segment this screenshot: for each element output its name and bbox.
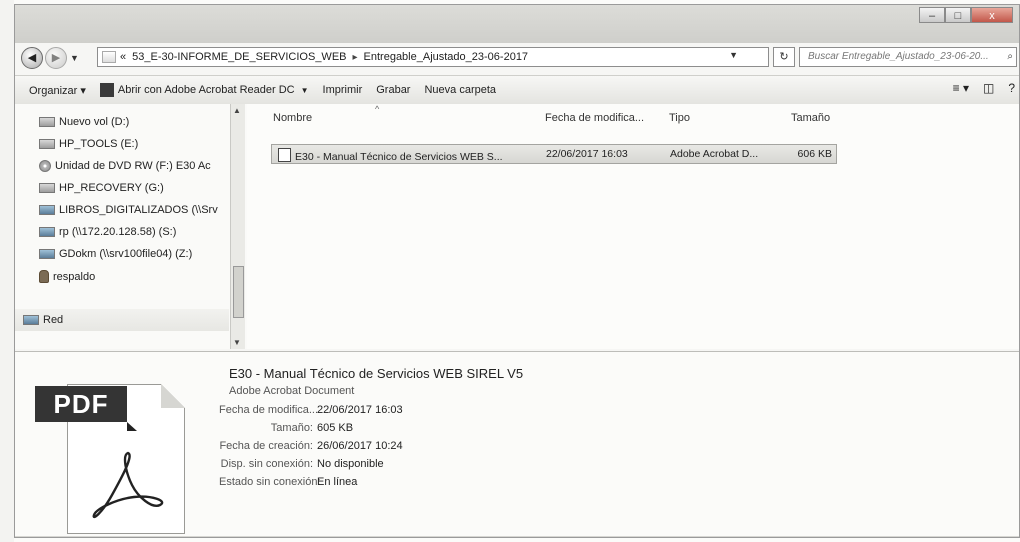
open-with-button[interactable]: Abrir con Adobe Acrobat Reader DC ▼ (99, 83, 309, 97)
change-view-button[interactable]: ≡ ▾ (953, 81, 969, 95)
drive-icon (39, 117, 55, 127)
prop-label: Fecha de modifica... (219, 404, 319, 416)
network-drive-icon (39, 227, 55, 237)
pdf-badge: PDF (35, 386, 137, 431)
nav-item-label: respaldo (53, 270, 96, 283)
prop-label: Disp. sin conexión: (220, 458, 313, 470)
prop-label: Fecha de creación: (219, 440, 313, 452)
prop-value: En línea (317, 476, 358, 488)
breadcrumb-folder-current[interactable]: Entregable_Ajustado_23-06-2017 (364, 51, 529, 63)
burn-button[interactable]: Grabar (376, 84, 410, 96)
address-bar[interactable]: « 53_E-30-INFORME_DE_SERVICIOS_WEB ▸ Ent… (97, 47, 769, 67)
file-type-cell: Adobe Acrobat D... (670, 148, 759, 160)
nav-item-label: LIBROS_DIGITALIZADOS (\\Srv (59, 204, 218, 216)
address-overflow[interactable]: « (120, 51, 126, 63)
maximize-button[interactable]: □ (945, 7, 971, 23)
prop-label: Estado sin conexión: (219, 476, 321, 488)
nav-item-label: Unidad de DVD RW (F:) E30 Ac (55, 160, 211, 172)
nav-item-label: HP_TOOLS (E:) (59, 138, 139, 150)
organize-label: Organizar ▾ (29, 84, 86, 97)
breadcrumb-folder-parent[interactable]: 53_E-30-INFORME_DE_SERVICIOS_WEB (132, 51, 346, 63)
minimize-button[interactable]: – (919, 7, 945, 23)
detail-file-type: Adobe Acrobat Document (229, 385, 355, 397)
open-with-dropdown-icon[interactable]: ▼ (301, 86, 309, 95)
drive-icon (39, 183, 55, 193)
nav-item-network[interactable]: Red (23, 314, 63, 326)
pdf-file-icon (278, 148, 291, 162)
window-controls: – □ x (919, 7, 1013, 23)
nav-item-respaldo[interactable]: respaldo (39, 270, 95, 283)
file-size-cell: 606 KB (797, 148, 832, 160)
preview-pane-button[interactable]: ◫ (983, 81, 994, 95)
file-modified-cell: 22/06/2017 16:03 (546, 148, 628, 160)
file-name: E30 - Manual Técnico de Servicios WEB S.… (295, 151, 503, 163)
help-button[interactable]: ? (1008, 81, 1015, 95)
prop-value[interactable]: No disponible (317, 458, 384, 470)
column-header-name[interactable]: Nombre (273, 112, 312, 124)
forward-button[interactable]: ▶ (45, 47, 67, 69)
dvd-icon (39, 160, 51, 172)
folder-icon (102, 51, 116, 63)
page-fold (161, 384, 185, 408)
prop-value: 26/06/2017 10:24 (317, 440, 403, 452)
title-bar: – □ x (15, 5, 1019, 43)
search-placeholder: Buscar Entregable_Ajustado_23-06-20... (808, 51, 989, 62)
nav-item-drive-e[interactable]: HP_TOOLS (E:) (39, 138, 138, 150)
details-pane: PDF E30 - Manual Técnico de Servicios WE… (15, 351, 1019, 537)
nav-item-drive-g[interactable]: HP_RECOVERY (G:) (39, 182, 164, 194)
close-button[interactable]: x (971, 7, 1013, 23)
prop-value: 605 KB (317, 422, 354, 434)
acrobat-icon (99, 83, 114, 97)
prop-value: 22/06/2017 16:03 (317, 404, 403, 416)
network-drive-icon (39, 205, 55, 215)
nav-item-drive-z[interactable]: GDokm (\\srv100file04) (Z:) (39, 248, 192, 260)
address-row: ◀ ▶ ▼ « 53_E-30-INFORME_DE_SERVICIOS_WEB… (15, 43, 1019, 73)
back-button[interactable]: ◀ (21, 47, 43, 69)
scroll-down-icon[interactable]: ▼ (233, 338, 241, 347)
breadcrumb-separator-icon[interactable]: ▸ (353, 52, 358, 63)
bottom-border (15, 536, 1019, 537)
column-header-type[interactable]: Tipo (669, 112, 690, 124)
explorer-window: – □ x ◀ ▶ ▼ « 53_E-30-INFORME_DE_SERVICI… (14, 4, 1020, 538)
drive-icon (39, 139, 55, 149)
search-icon[interactable]: ⌕ (1007, 48, 1013, 66)
recent-pages-dropdown-icon[interactable]: ▼ (70, 53, 79, 63)
address-dropdown-icon[interactable]: ▼ (729, 50, 738, 60)
network-drive-icon (39, 249, 55, 259)
table-row[interactable]: E30 - Manual Técnico de Servicios WEB S.… (271, 144, 837, 164)
nav-item-label: Nuevo vol (D:) (59, 116, 130, 128)
command-bar: Organizar ▾ Abrir con Adobe Acrobat Read… (15, 75, 1019, 105)
acrobat-logo-icon (92, 451, 164, 519)
nav-item-label: rp (\\172.20.128.58) (S:) (59, 226, 177, 238)
nav-item-label: Red (43, 314, 64, 326)
navigation-pane: Nuevo vol (D:) HP_TOOLS (E:) Unidad de D… (15, 104, 247, 349)
nav-scrollbar[interactable]: ▲ ▼ (230, 104, 245, 349)
open-with-label: Abrir con Adobe Acrobat Reader DC (117, 84, 295, 96)
file-name-cell: E30 - Manual Técnico de Servicios WEB S.… (278, 148, 503, 163)
detail-file-name: E30 - Manual Técnico de Servicios WEB SI… (229, 366, 524, 381)
new-folder-button[interactable]: Nueva carpeta (424, 84, 496, 96)
nav-item-label: GDokm (\\srv100file04) (Z:) (59, 248, 193, 260)
column-header-modified[interactable]: Fecha de modifica... (545, 112, 644, 124)
nav-item-dvd-f[interactable]: Unidad de DVD RW (F:) E30 Ac (39, 160, 211, 172)
organize-button[interactable]: Organizar ▾ (29, 84, 86, 97)
refresh-button[interactable]: ↻ (773, 47, 795, 67)
print-button[interactable]: Imprimir (323, 84, 363, 96)
scrollbar-thumb[interactable] (233, 266, 244, 318)
network-icon (23, 315, 39, 325)
page-margin (0, 0, 14, 542)
user-folder-icon (39, 270, 49, 283)
column-header-size[interactable]: Tamaño (791, 112, 830, 124)
scroll-up-icon[interactable]: ▲ (233, 106, 241, 115)
sort-indicator-icon: ^ (375, 104, 380, 114)
nav-item-libros[interactable]: LIBROS_DIGITALIZADOS (\\Srv (39, 204, 218, 216)
view-controls: ≡ ▾ ◫ ? (939, 81, 1015, 95)
nav-item-label: HP_RECOVERY (G:) (59, 182, 164, 194)
file-list: ^ Nombre Fecha de modifica... Tipo Tamañ… (247, 104, 1019, 349)
nav-item-drive-s[interactable]: rp (\\172.20.128.58) (S:) (39, 226, 176, 238)
nav-item-drive-d[interactable]: Nuevo vol (D:) (39, 116, 129, 128)
prop-label: Tamaño: (270, 422, 313, 434)
search-input[interactable]: Buscar Entregable_Ajustado_23-06-20... ⌕ (799, 47, 1017, 67)
